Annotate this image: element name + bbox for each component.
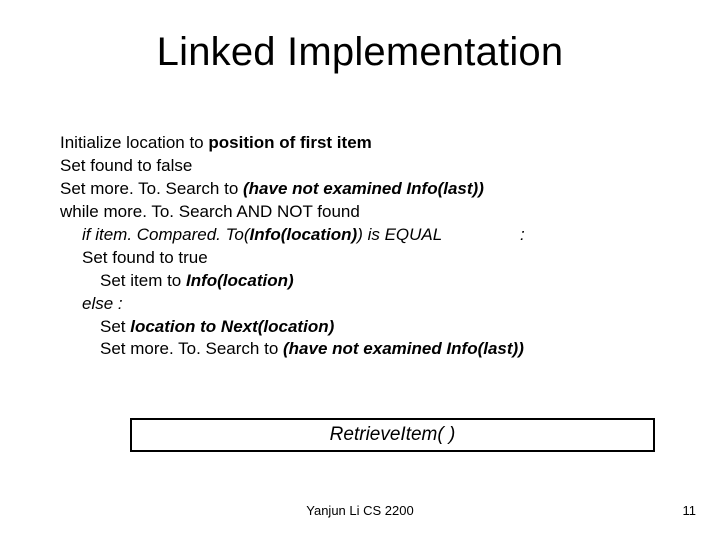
text-bold-italic: (have not examined Info(last)) <box>283 339 524 358</box>
text-bold-italic: location to Next(location) <box>130 317 334 336</box>
algo-line: Set found to true <box>60 247 660 270</box>
algo-line: Initialize location to position of first… <box>60 132 660 155</box>
text-colon: : <box>520 224 525 247</box>
text: Set item to <box>100 271 186 290</box>
algo-line: while more. To. Search AND NOT found <box>60 201 660 224</box>
footer-center: Yanjun Li CS 2200 <box>0 503 720 518</box>
page-number: 11 <box>683 503 697 518</box>
text-bold-italic: Info(location) <box>250 225 358 244</box>
text: Set more. To. Search to <box>100 339 283 358</box>
text-bold-italic: Info(location) <box>186 271 294 290</box>
text: Initialize location to <box>60 133 208 152</box>
algo-line: Set found to false <box>60 155 660 178</box>
algo-line: if item. Compared. To(Info(location)) is… <box>60 224 660 247</box>
text-bold-italic: (have not examined Info(last)) <box>243 179 484 198</box>
function-box: RetrieveItem( ) <box>130 418 655 452</box>
slide: Linked Implementation Initialize locatio… <box>0 0 720 540</box>
algorithm-body: Initialize location to position of first… <box>60 132 660 361</box>
text-italic: ) is EQUAL <box>357 225 442 244</box>
function-label: RetrieveItem( ) <box>330 424 456 446</box>
slide-title: Linked Implementation <box>0 30 720 75</box>
algo-line: Set location to Next(location) <box>60 316 660 339</box>
algo-line: Set more. To. Search to (have not examin… <box>60 338 660 361</box>
text: Set <box>100 317 130 336</box>
text: Set more. To. Search to <box>60 179 243 198</box>
algo-line: Set item to Info(location) <box>60 270 660 293</box>
text-italic: if item. Compared. To( <box>82 225 250 244</box>
algo-line: else : <box>60 293 660 316</box>
text-bold: position of first item <box>208 133 371 152</box>
algo-line: Set more. To. Search to (have not examin… <box>60 178 660 201</box>
